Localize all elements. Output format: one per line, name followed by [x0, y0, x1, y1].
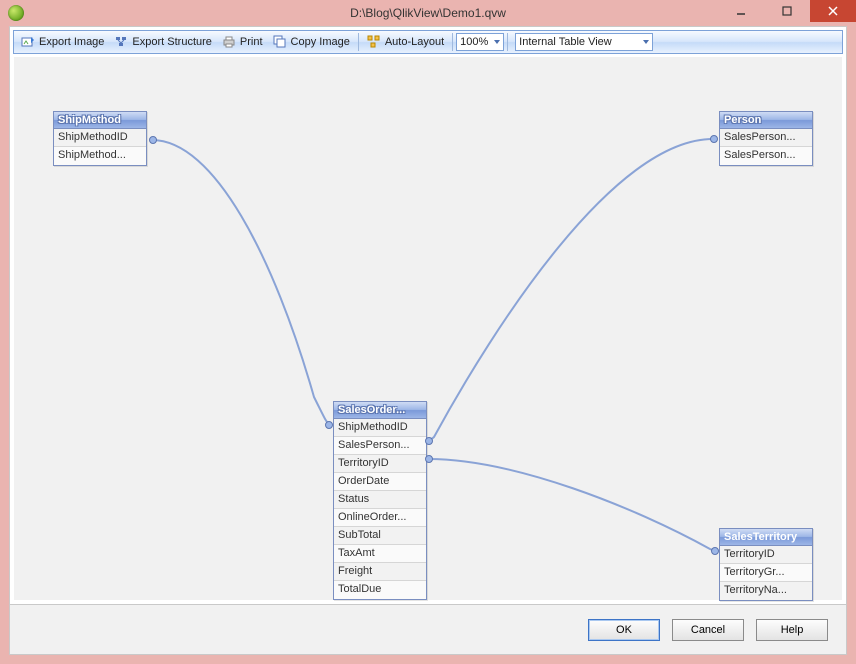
- auto-layout-icon: [367, 35, 381, 49]
- ok-button[interactable]: OK: [588, 619, 660, 641]
- table-field[interactable]: TotalDue: [334, 581, 426, 599]
- minimize-button[interactable]: [718, 0, 764, 22]
- table-field[interactable]: SalesPerson...: [720, 147, 812, 165]
- toolbar-separator: [452, 33, 453, 51]
- zoom-value: 100%: [460, 36, 488, 48]
- table-field[interactable]: OnlineOrder...: [334, 509, 426, 527]
- print-button[interactable]: Print: [217, 31, 268, 53]
- view-dropdown[interactable]: Internal Table View: [515, 33, 653, 51]
- connection-dot: [710, 135, 718, 143]
- table-field[interactable]: Freight: [334, 563, 426, 581]
- toolbar: Export Image Export Structure Print Copy…: [13, 30, 843, 54]
- connection-dot: [711, 547, 719, 555]
- maximize-button[interactable]: [764, 0, 810, 22]
- connection-dot: [425, 455, 433, 463]
- table-field[interactable]: SalesPerson...: [720, 129, 812, 147]
- auto-layout-label: Auto-Layout: [385, 36, 444, 48]
- table-header: SalesTerritory: [720, 529, 812, 546]
- table-field[interactable]: ShipMethod...: [54, 147, 146, 165]
- copy-image-button[interactable]: Copy Image: [268, 31, 355, 53]
- copy-image-icon: [273, 35, 287, 49]
- export-structure-icon: [114, 35, 128, 49]
- dialog-button-row: OK Cancel Help: [10, 604, 846, 654]
- table-field[interactable]: SalesPerson...: [334, 437, 426, 455]
- app-icon: [8, 5, 24, 21]
- table-field[interactable]: Status: [334, 491, 426, 509]
- toolbar-separator: [358, 33, 359, 51]
- table-header: Person: [720, 112, 812, 129]
- table-field[interactable]: ShipMethodID: [54, 129, 146, 147]
- client-area: Export Image Export Structure Print Copy…: [9, 26, 847, 655]
- cancel-button[interactable]: Cancel: [672, 619, 744, 641]
- export-structure-label: Export Structure: [132, 36, 211, 48]
- connection-dot: [149, 136, 157, 144]
- table-field[interactable]: TerritoryGr...: [720, 564, 812, 582]
- title-bar: D:\Blog\QlikView\Demo1.qvw: [0, 0, 856, 26]
- table-field[interactable]: OrderDate: [334, 473, 426, 491]
- print-label: Print: [240, 36, 263, 48]
- view-value: Internal Table View: [519, 36, 612, 48]
- table-field[interactable]: ShipMethodID: [334, 419, 426, 437]
- diagram-canvas[interactable]: ShipMethod ShipMethodID ShipMethod... Pe…: [14, 57, 842, 600]
- table-header: SalesOrder...: [334, 402, 426, 419]
- table-field[interactable]: TaxAmt: [334, 545, 426, 563]
- chevron-down-icon: [494, 40, 500, 44]
- export-structure-button[interactable]: Export Structure: [109, 31, 216, 53]
- table-field[interactable]: TerritoryID: [334, 455, 426, 473]
- table-person[interactable]: Person SalesPerson... SalesPerson...: [719, 111, 813, 166]
- table-salesterritory[interactable]: SalesTerritory TerritoryID TerritoryGr..…: [719, 528, 813, 601]
- table-field[interactable]: TerritoryID: [720, 546, 812, 564]
- print-icon: [222, 35, 236, 49]
- table-field[interactable]: SubTotal: [334, 527, 426, 545]
- table-header: ShipMethod: [54, 112, 146, 129]
- export-image-button[interactable]: Export Image: [16, 31, 109, 53]
- table-salesorder[interactable]: SalesOrder... ShipMethodID SalesPerson..…: [333, 401, 427, 600]
- connection-dot: [325, 421, 333, 429]
- close-button[interactable]: [810, 0, 856, 22]
- connection-dot: [425, 437, 433, 445]
- copy-image-label: Copy Image: [291, 36, 350, 48]
- zoom-dropdown[interactable]: 100%: [456, 33, 504, 51]
- export-image-icon: [21, 35, 35, 49]
- table-shipmethod[interactable]: ShipMethod ShipMethodID ShipMethod...: [53, 111, 147, 166]
- table-field[interactable]: TerritoryNa...: [720, 582, 812, 600]
- chevron-down-icon: [643, 40, 649, 44]
- export-image-label: Export Image: [39, 36, 104, 48]
- auto-layout-button[interactable]: Auto-Layout: [362, 31, 449, 53]
- help-button[interactable]: Help: [756, 619, 828, 641]
- toolbar-separator: [507, 33, 508, 51]
